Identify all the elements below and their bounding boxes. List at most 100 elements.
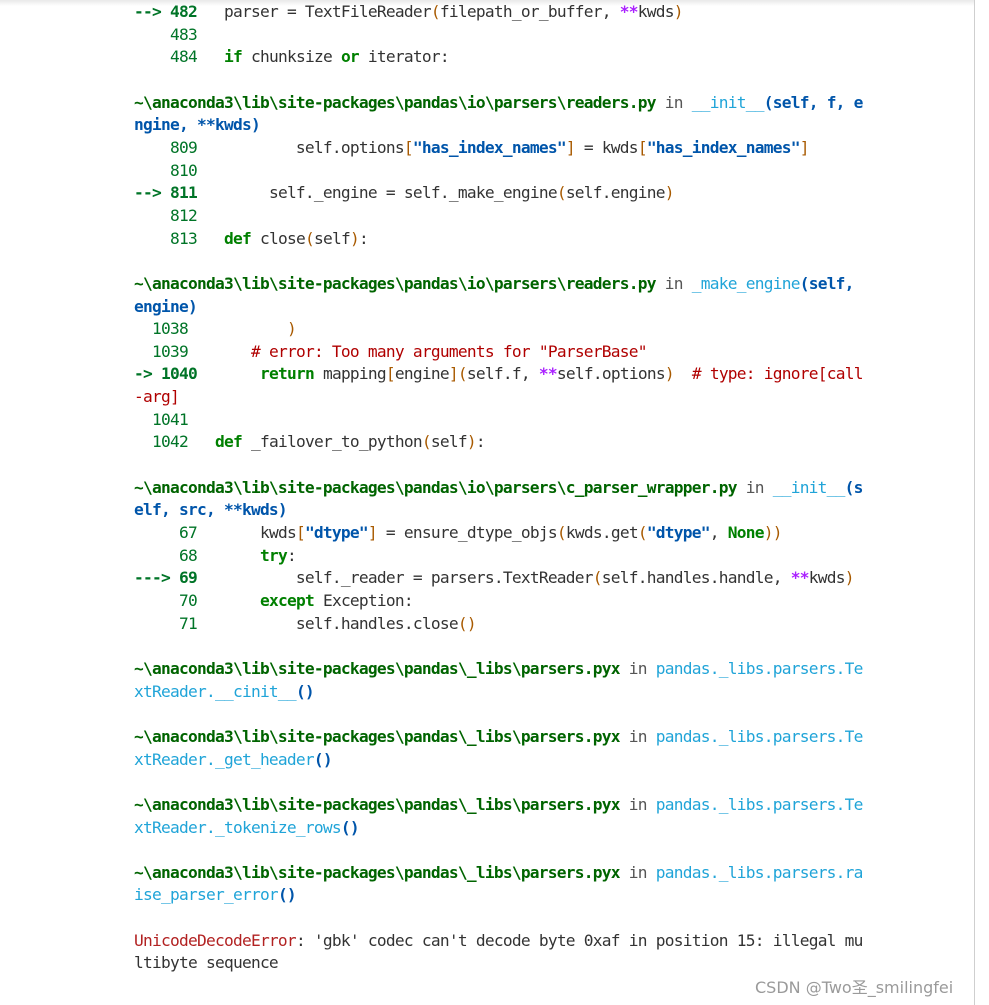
frame-in-keyword: in	[655, 273, 692, 293]
line-arrow	[134, 546, 179, 565]
code-line: 813 def close(self):	[134, 228, 865, 251]
csdn-watermark: CSDN @Two圣_smilingfei	[755, 978, 954, 997]
line-arrow: ->	[134, 364, 161, 384]
frame-args: ()	[277, 885, 297, 905]
frame-in-keyword: in	[736, 477, 773, 497]
frame-header: ~\anaconda3\lib\site-packages\pandas\_li…	[134, 658, 865, 703]
frame-file-path: ~\anaconda3\lib\site-packages\pandas\io\…	[134, 92, 657, 112]
line-arrow: -->	[134, 183, 170, 203]
code-line: 483	[134, 24, 865, 47]
frame-args: ()	[340, 817, 360, 837]
line-arrow	[134, 523, 179, 542]
line-number: 809	[169, 137, 198, 157]
code-line: --> 482 parser = TextFileReader(filepath…	[134, 1, 865, 24]
line-number: 812	[169, 205, 198, 225]
code-line: --> 811 self._engine = self._make_engine…	[134, 182, 865, 205]
frame-file-path: ~\anaconda3\lib\site-packages\pandas\_li…	[134, 862, 621, 882]
line-number: 1040	[161, 364, 198, 384]
code-line: 1039 # error: Too many arguments for "Pa…	[134, 341, 865, 364]
line-number: 70	[178, 591, 198, 611]
frame-header: ~\anaconda3\lib\site-packages\pandas\_li…	[134, 726, 865, 771]
traceback-output: --> 482 parser = TextFileReader(filepath…	[134, 1, 964, 975]
frame-function-name: __init__	[691, 92, 765, 112]
line-code: self.handles.close()	[196, 613, 477, 633]
frame-in-keyword: in	[619, 726, 656, 746]
frame-file-path: ~\anaconda3\lib\site-packages\pandas\_li…	[134, 658, 621, 678]
frame-function-name: __init__	[772, 477, 846, 497]
line-number: 813	[169, 228, 198, 248]
line-arrow: --->	[134, 568, 179, 588]
line-arrow	[134, 591, 179, 610]
frame-file-path: ~\anaconda3\lib\site-packages\pandas\_li…	[134, 726, 621, 746]
line-number: 69	[178, 568, 198, 588]
code-line: 809 self.options["has_index_names"] = kw…	[134, 137, 865, 160]
line-number: 482	[169, 2, 198, 21]
code-line: 812	[134, 205, 865, 228]
code-line: 67 kwds["dtype"] = ensure_dtype_objs(kwd…	[134, 522, 865, 545]
line-code: if chunksize or iterator:	[223, 47, 450, 67]
line-number: 1038	[152, 319, 189, 339]
line-number: 810	[169, 160, 198, 180]
line-number: 1041	[152, 409, 189, 429]
frame-in-keyword: in	[655, 92, 692, 112]
line-number: 67	[178, 523, 198, 543]
frame-header: ~\anaconda3\lib\site-packages\pandas\_li…	[134, 862, 865, 907]
code-line: 1041	[134, 409, 865, 432]
line-number: 483	[169, 24, 198, 44]
line-number: 484	[169, 47, 198, 67]
line-number: 811	[169, 183, 198, 203]
error-name: UnicodeDecodeError	[134, 930, 297, 950]
frame-header: ~\anaconda3\lib\site-packages\pandas\io\…	[134, 273, 865, 318]
frame-args: ()	[295, 681, 315, 701]
code-line: 1042 def _failover_to_python(self):	[134, 431, 865, 454]
line-arrow	[134, 161, 170, 180]
frame-in-keyword: in	[619, 794, 656, 814]
line-code: try:	[259, 545, 297, 565]
line-arrow	[134, 319, 152, 338]
code-line: 810	[134, 160, 865, 183]
line-number: 1039	[152, 341, 189, 361]
line-arrow	[134, 229, 170, 248]
line-arrow	[134, 432, 152, 451]
frame-file-path: ~\anaconda3\lib\site-packages\pandas\io\…	[134, 477, 737, 497]
line-arrow	[134, 614, 179, 633]
code-line: 68 try:	[134, 545, 865, 568]
line-code: kwds["dtype"] = ensure_dtype_objs(kwds.g…	[196, 523, 783, 543]
line-code: self.options["has_index_names"] = kwds["…	[196, 137, 810, 157]
output-area-border	[974, 0, 975, 1005]
line-code: )	[286, 319, 297, 339]
line-code: parser = TextFileReader(filepath_or_buff…	[196, 2, 684, 21]
line-arrow	[134, 342, 152, 361]
line-arrow	[134, 410, 152, 429]
line-number: 71	[178, 613, 198, 633]
frame-in-keyword: in	[619, 862, 656, 882]
line-code: def close(self):	[223, 228, 369, 248]
line-arrow	[134, 138, 170, 157]
line-code: self._engine = self._make_engine(self.en…	[196, 183, 675, 203]
code-line: 1038 )	[134, 318, 865, 341]
line-arrow	[134, 206, 170, 225]
line-code: # error: Too many arguments for "ParserB…	[250, 341, 648, 361]
line-code: self._reader = parsers.TextReader(self.h…	[196, 568, 855, 588]
line-arrow	[134, 47, 170, 66]
frame-file-path: ~\anaconda3\lib\site-packages\pandas\_li…	[134, 794, 621, 814]
frame-header: ~\anaconda3\lib\site-packages\pandas\_li…	[134, 794, 865, 839]
frame-function-name: _make_engine	[691, 273, 801, 293]
frame-header: ~\anaconda3\lib\site-packages\pandas\io\…	[134, 92, 865, 137]
line-number: 68	[178, 545, 198, 565]
code-line: ---> 69 self._reader = parsers.TextReade…	[134, 567, 865, 590]
line-arrow: -->	[134, 2, 170, 21]
code-line: 484 if chunksize or iterator:	[134, 46, 865, 69]
frame-in-keyword: in	[619, 658, 656, 678]
line-code: return mapping[engine](self.f, **self.op…	[134, 364, 863, 407]
code-line: -> 1040 return mapping[engine](self.f, *…	[134, 363, 865, 408]
line-number: 1042	[152, 432, 189, 452]
frame-file-path: ~\anaconda3\lib\site-packages\pandas\io\…	[134, 273, 657, 293]
